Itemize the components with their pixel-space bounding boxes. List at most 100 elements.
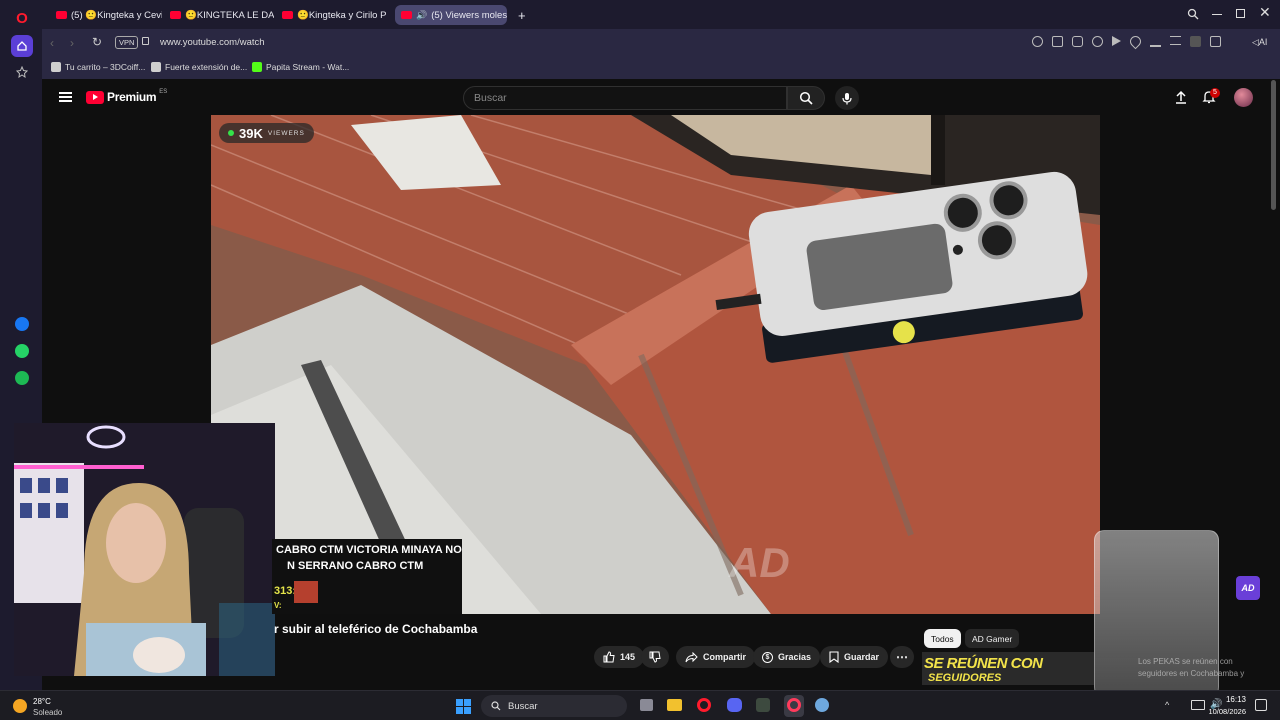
recommendation-thumbnail[interactable]: SE REÚNEN CON SEGUIDORES bbox=[922, 652, 1094, 685]
search-button[interactable] bbox=[787, 86, 825, 110]
bookmark-3dcoiff[interactable]: Tu carrito – 3DCoiff... bbox=[51, 62, 145, 72]
menu-icon[interactable] bbox=[1170, 36, 1181, 45]
find-icon[interactable] bbox=[1032, 36, 1043, 47]
streamer-webcam bbox=[14, 423, 275, 676]
search-input[interactable]: Buscar bbox=[463, 86, 787, 110]
extensions-icon[interactable] bbox=[1210, 36, 1221, 47]
chip-ad-gamer[interactable]: AD Gamer bbox=[965, 629, 1020, 648]
taskbar: 28°C Soleado Buscar ^ 🔊 16:13 10/08/2026 bbox=[0, 690, 1280, 720]
tab-viewers-molestos[interactable]: 🔊 (5) Viewers molestos bbox=[395, 5, 507, 25]
search-icon bbox=[491, 701, 501, 711]
glass-overlay bbox=[1094, 530, 1219, 705]
settings-icon[interactable] bbox=[815, 698, 829, 712]
youtube-icon bbox=[401, 11, 412, 19]
tab-label: (5) 🙂Kingteka y Ceviches bbox=[71, 9, 162, 21]
camera-icon[interactable] bbox=[1072, 36, 1083, 47]
weather-temp[interactable]: 28°C bbox=[33, 697, 51, 706]
minimize-icon[interactable] bbox=[1212, 14, 1222, 15]
video-title: r subir al teleférico de Cochabamba bbox=[274, 622, 478, 636]
like-count: 145 bbox=[620, 652, 636, 662]
sun-icon bbox=[13, 699, 27, 713]
vpn-badge[interactable]: VPN bbox=[115, 36, 139, 49]
spotify-icon[interactable] bbox=[11, 367, 33, 389]
bookmark-favicon bbox=[51, 62, 61, 72]
clock-time[interactable]: 16:13 bbox=[1224, 695, 1246, 704]
notification-center-icon[interactable] bbox=[1255, 699, 1267, 711]
tab-strip: (5) 🙂Kingteka y Ceviches 🙂KINGTEKA LE DA… bbox=[42, 0, 1280, 29]
thumbnail-text: SE REÚNEN CON bbox=[924, 655, 1043, 672]
task-view-icon[interactable] bbox=[640, 699, 653, 711]
address-bar-tools bbox=[1032, 33, 1221, 50]
opera-logo-icon[interactable]: O bbox=[11, 7, 33, 29]
channel-logo-icon[interactable]: AD bbox=[1236, 576, 1260, 600]
weather-label[interactable]: Soleado bbox=[33, 708, 62, 717]
close-icon[interactable]: ✕ bbox=[1259, 4, 1271, 21]
windows-start-icon[interactable] bbox=[456, 699, 472, 715]
viewer-count-badge: 39K VIEWERS bbox=[219, 123, 314, 143]
viewer-label: VIEWERS bbox=[267, 129, 305, 137]
tab-kingteka-ceviches[interactable]: (5) 🙂Kingteka y Ceviches bbox=[50, 5, 162, 25]
avatar[interactable] bbox=[1234, 88, 1253, 107]
share-icon bbox=[685, 651, 698, 662]
hamburger-menu-icon[interactable] bbox=[59, 92, 72, 102]
bookmark-favicon bbox=[151, 62, 161, 72]
profile-icon[interactable] bbox=[1190, 36, 1201, 47]
back-icon[interactable]: ‹ bbox=[50, 36, 54, 50]
clock-date[interactable]: 10/08/2026 bbox=[1202, 707, 1246, 716]
url-field[interactable]: www.youtube.com/watch bbox=[160, 37, 265, 48]
chevron-up-icon[interactable]: ^ bbox=[1165, 700, 1169, 710]
file-explorer-icon[interactable] bbox=[667, 699, 682, 711]
thumbs-up-icon bbox=[603, 651, 615, 663]
like-button[interactable]: 145 bbox=[594, 646, 645, 668]
home-icon[interactable] bbox=[11, 35, 33, 57]
reload-icon[interactable]: ↻ bbox=[92, 35, 102, 49]
bookmark-papita-stream[interactable]: Papita Stream - Wat... bbox=[252, 62, 349, 72]
dislike-button[interactable] bbox=[641, 646, 669, 668]
lock-icon bbox=[142, 37, 149, 45]
youtube-icon bbox=[170, 11, 181, 19]
forward-icon[interactable]: › bbox=[70, 36, 74, 50]
opera-gx-active-icon[interactable] bbox=[784, 695, 804, 717]
ai-button[interactable]: ◁AI bbox=[1252, 37, 1267, 48]
app-icon[interactable] bbox=[756, 698, 770, 712]
page-scrollbar[interactable] bbox=[1271, 80, 1276, 210]
share-button[interactable]: Compartir bbox=[676, 646, 756, 668]
tab-kingteka-le-da[interactable]: 🙂KINGTEKA LE DA LA CC bbox=[164, 5, 274, 25]
microphone-icon bbox=[842, 92, 852, 104]
play-icon[interactable] bbox=[1112, 36, 1121, 46]
taskbar-search[interactable]: Buscar bbox=[481, 695, 627, 717]
thanks-button[interactable]: $ Gracias bbox=[753, 646, 821, 668]
chat-username: V: bbox=[274, 601, 282, 610]
youtube-logo[interactable]: Premium ES bbox=[86, 89, 168, 104]
bookmarks-bar: Tu carrito – 3DCoiff... Fuerte extensión… bbox=[42, 57, 1280, 79]
tab-kingteka-cirilo[interactable]: 🙂Kingteka y Cirilo Preoc bbox=[276, 5, 386, 25]
search-tabs-icon[interactable] bbox=[1187, 8, 1199, 23]
new-tab-button[interactable]: + bbox=[512, 5, 532, 25]
edit-icon[interactable] bbox=[1052, 36, 1063, 47]
shield-icon[interactable] bbox=[1092, 36, 1103, 47]
bookmark-fuerte-extension[interactable]: Fuerte extensión de... bbox=[151, 62, 247, 72]
chip-todos[interactable]: Todos bbox=[924, 629, 961, 648]
chat-overlay: CABRO CTM VICTORIA MINAYA NO N SERRANO C… bbox=[272, 539, 462, 614]
chat-message-line: CABRO CTM VICTORIA MINAYA NO bbox=[276, 544, 462, 556]
upload-icon[interactable] bbox=[1174, 90, 1188, 109]
whatsapp-icon[interactable] bbox=[11, 340, 33, 362]
voice-search-button[interactable] bbox=[835, 86, 859, 110]
country-code: ES bbox=[159, 89, 168, 95]
more-actions-button[interactable]: ⋯ bbox=[890, 646, 914, 668]
chat-emote bbox=[294, 581, 318, 603]
save-button[interactable]: Guardar bbox=[820, 646, 889, 668]
download-icon[interactable] bbox=[1150, 36, 1161, 47]
opera-icon[interactable] bbox=[697, 698, 711, 712]
messenger-icon[interactable] bbox=[11, 313, 33, 335]
maximize-icon[interactable] bbox=[1236, 9, 1245, 18]
youtube-icon bbox=[56, 11, 67, 19]
live-dot-icon bbox=[228, 130, 234, 136]
save-icon bbox=[829, 651, 839, 663]
viewer-count: 39K bbox=[239, 125, 263, 141]
discord-icon[interactable] bbox=[727, 698, 742, 712]
bookmark-label: Papita Stream - Wat... bbox=[266, 62, 350, 72]
heart-icon[interactable] bbox=[1127, 33, 1144, 50]
share-label: Compartir bbox=[703, 652, 747, 662]
bookmarks-icon[interactable] bbox=[11, 61, 33, 83]
